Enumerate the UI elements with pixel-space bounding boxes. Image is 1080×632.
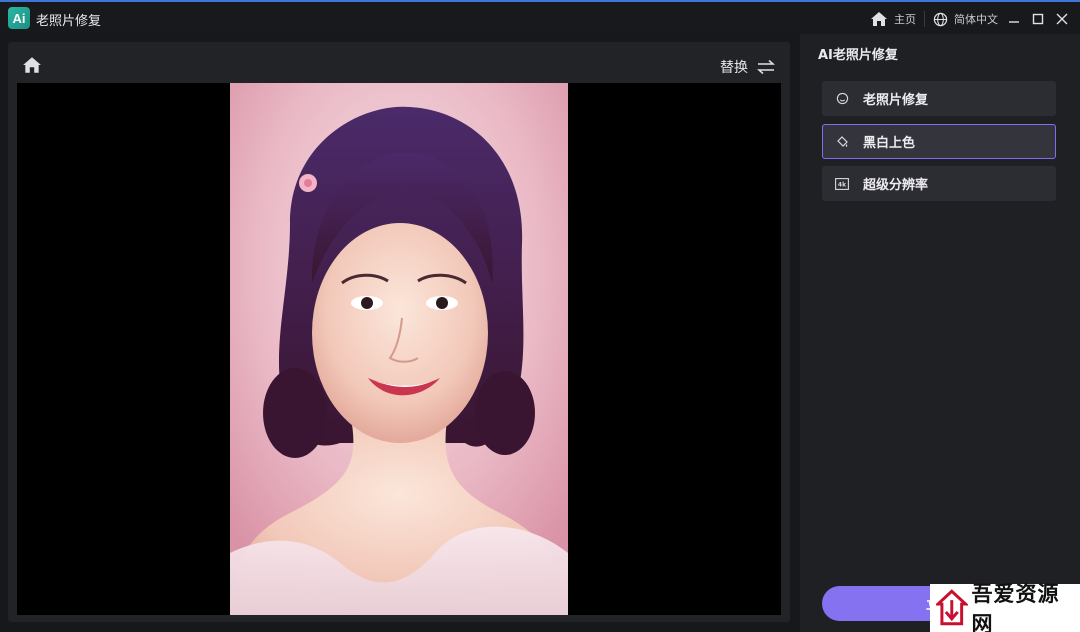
home-icon xyxy=(23,57,41,73)
watermark-text: 吾爱资源网 xyxy=(971,581,1060,632)
replace-label: 替换 xyxy=(720,60,748,76)
app-window: Ai 老照片修复 主页 简体中文 替换 AI老照片修复 老照片修复 黑白上色 4… xyxy=(0,0,1080,632)
4k-icon: 4k xyxy=(835,177,849,191)
app-logo: Ai xyxy=(8,7,30,29)
option-colorize[interactable]: 黑白上色 xyxy=(822,124,1056,159)
house-logo-icon xyxy=(936,589,968,626)
tools-sidebar: AI老照片修复 老照片修复 黑白上色 4k 超级分辨率 立即 xyxy=(800,34,1080,632)
minimize-button[interactable] xyxy=(1006,11,1022,27)
titlebar-controls: 主页 简体中文 xyxy=(870,8,1070,30)
option-label: 老照片修复 xyxy=(863,93,929,108)
swap-arrows-icon xyxy=(757,59,775,75)
home-label: 主页 xyxy=(894,13,916,26)
language-selector[interactable]: 简体中文 xyxy=(933,11,998,27)
close-icon xyxy=(1056,13,1068,25)
face-outline-icon xyxy=(835,92,849,106)
language-label: 简体中文 xyxy=(954,13,998,26)
svg-text:4k: 4k xyxy=(838,181,847,188)
sidebar-title: AI老照片修复 xyxy=(818,48,898,63)
app-logo-text: Ai xyxy=(12,10,26,26)
home-icon xyxy=(871,12,887,26)
app-title: 老照片修复 xyxy=(36,14,102,29)
replace-button[interactable]: 替换 xyxy=(720,56,776,78)
portrait-photo xyxy=(230,83,568,615)
maximize-button[interactable] xyxy=(1030,11,1046,27)
image-canvas xyxy=(17,83,781,615)
title-bar: Ai 老照片修复 主页 简体中文 xyxy=(0,0,1080,34)
titlebar-divider xyxy=(924,11,925,27)
globe-icon xyxy=(933,12,948,26)
paint-bucket-icon xyxy=(835,135,849,149)
maximize-icon xyxy=(1032,13,1044,25)
portrait-illustration xyxy=(230,83,568,615)
option-label: 黑白上色 xyxy=(863,136,916,151)
option-label: 超级分辨率 xyxy=(863,178,929,193)
watermark: 吾爱资源网 xyxy=(930,581,1080,632)
minimize-icon xyxy=(1009,21,1019,23)
option-old-photo-repair[interactable]: 老照片修复 xyxy=(822,81,1056,116)
back-home-button[interactable] xyxy=(22,56,42,76)
home-link[interactable]: 主页 xyxy=(870,11,916,27)
preview-panel: 替换 xyxy=(8,42,790,622)
option-super-resolution[interactable]: 4k 超级分辨率 xyxy=(822,166,1056,201)
close-button[interactable] xyxy=(1054,11,1070,27)
